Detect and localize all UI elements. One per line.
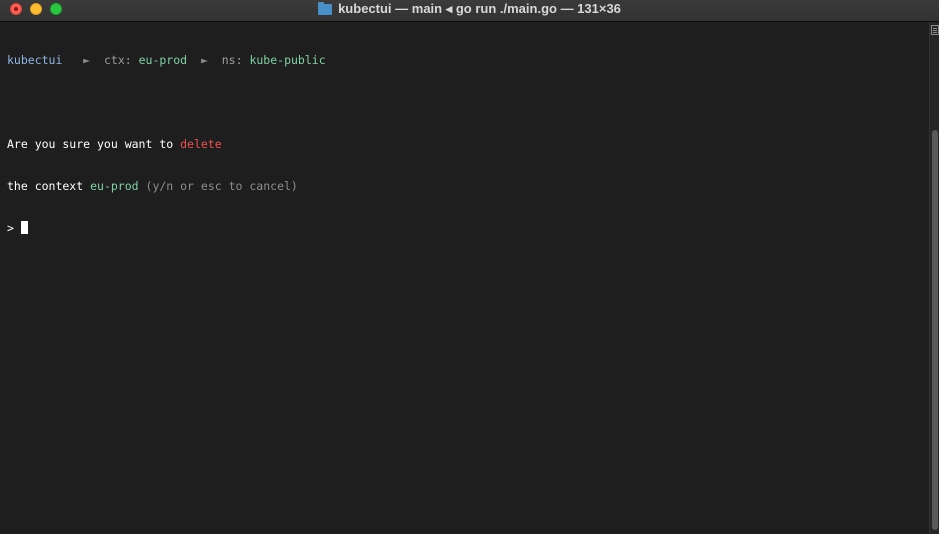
confirm-target-text: the context (7, 179, 84, 193)
confirm-target-context: eu-prod (90, 179, 139, 193)
vertical-scrollbar[interactable] (929, 22, 939, 534)
breadcrumb-separator-arrow: ► (200, 53, 208, 67)
confirm-question-text: Are you sure you want to (7, 137, 174, 151)
window-title: kubectui — main ◂ go run ./main.go — 131… (338, 1, 621, 16)
terminal-output[interactable]: kubectui ► ctx: eu-prod ► ns: kube-publi… (7, 25, 925, 263)
scrollbar-menu-icon[interactable] (931, 25, 939, 35)
text-cursor (20, 221, 28, 234)
breadcrumb-separator-arrow: ► (83, 53, 91, 67)
confirm-hint: (y/n or esc to cancel) (145, 179, 298, 193)
scrollbar-thumb[interactable] (932, 130, 938, 530)
prompt-marker: > (7, 221, 14, 235)
terminal-window: kubectui — main ◂ go run ./main.go — 131… (0, 0, 939, 534)
confirm-target-line: the context eu-prod (y/n or esc to cance… (7, 179, 925, 193)
title-bar[interactable]: kubectui — main ◂ go run ./main.go — 131… (0, 0, 939, 22)
folder-icon (318, 1, 333, 15)
window-title-container: kubectui — main ◂ go run ./main.go — 131… (0, 0, 939, 18)
namespace-label: ns: (221, 53, 243, 67)
status-header: kubectui ► ctx: eu-prod ► ns: kube-publi… (7, 53, 925, 67)
app-name: kubectui (7, 53, 63, 67)
context-value: eu-prod (138, 53, 188, 67)
confirm-input-line[interactable]: > (7, 221, 925, 235)
delete-action-word: delete (180, 137, 222, 151)
namespace-value: kube-public (249, 53, 326, 67)
context-label: ctx: (103, 53, 132, 67)
confirm-question-line: Are you sure you want to delete (7, 137, 925, 151)
